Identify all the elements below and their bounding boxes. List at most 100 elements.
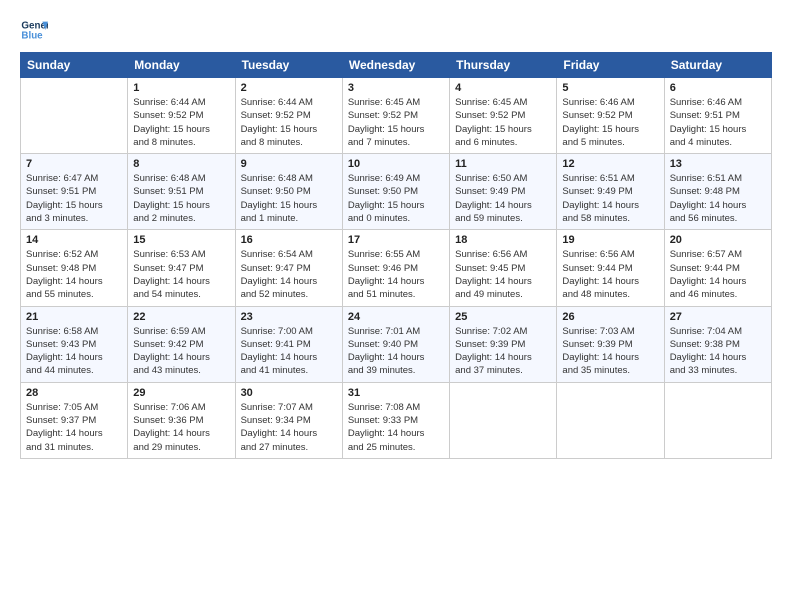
calendar-cell: 9 Sunrise: 6:48 AMSunset: 9:50 PMDaylight… [235,154,342,230]
day-number: 9 [241,158,337,170]
day-info: Sunrise: 7:04 AMSunset: 9:38 PMDaylight:… [670,325,766,378]
day-info: Sunrise: 6:46 AMSunset: 9:51 PMDaylight:… [670,96,766,149]
calendar-cell: 29 Sunrise: 7:06 AMSunset: 9:36 PMDayligh… [128,382,235,458]
calendar-cell: 3 Sunrise: 6:45 AMSunset: 9:52 PMDaylight… [342,78,449,154]
day-info: Sunrise: 6:54 AMSunset: 9:47 PMDaylight:… [241,248,337,301]
calendar-cell: 2 Sunrise: 6:44 AMSunset: 9:52 PMDaylight… [235,78,342,154]
day-of-week-saturday: Saturday [664,53,771,78]
day-of-week-friday: Friday [557,53,664,78]
day-of-week-wednesday: Wednesday [342,53,449,78]
svg-text:Blue: Blue [21,30,43,41]
day-info: Sunrise: 6:49 AMSunset: 9:50 PMDaylight:… [348,172,444,225]
day-number: 3 [348,82,444,94]
day-number: 28 [26,387,122,399]
day-of-week-tuesday: Tuesday [235,53,342,78]
day-info: Sunrise: 6:46 AMSunset: 9:52 PMDaylight:… [562,96,658,149]
calendar-cell: 16 Sunrise: 6:54 AMSunset: 9:47 PMDayligh… [235,230,342,306]
calendar-cell [450,382,557,458]
day-info: Sunrise: 6:45 AMSunset: 9:52 PMDaylight:… [455,96,551,149]
day-number: 13 [670,158,766,170]
day-info: Sunrise: 6:48 AMSunset: 9:51 PMDaylight:… [133,172,229,225]
day-number: 14 [26,234,122,246]
day-number: 19 [562,234,658,246]
calendar-cell: 13 Sunrise: 6:51 AMSunset: 9:48 PMDayligh… [664,154,771,230]
calendar-cell: 18Sunrise: 6:56 AMSunset: 9:45 PMDayligh… [450,230,557,306]
day-number: 26 [562,311,658,323]
calendar-cell: 1 Sunrise: 6:44 AMSunset: 9:52 PMDaylight… [128,78,235,154]
calendar-week-3: 14Sunrise: 6:52 AMSunset: 9:48 PMDayligh… [21,230,772,306]
calendar-cell: 30 Sunrise: 7:07 AMSunset: 9:34 PMDayligh… [235,382,342,458]
calendar-cell: 24 Sunrise: 7:01 AMSunset: 9:40 PMDayligh… [342,306,449,382]
calendar-cell: 14Sunrise: 6:52 AMSunset: 9:48 PMDayligh… [21,230,128,306]
day-number: 20 [670,234,766,246]
calendar-week-1: 1 Sunrise: 6:44 AMSunset: 9:52 PMDaylight… [21,78,772,154]
calendar-week-2: 7 Sunrise: 6:47 AMSunset: 9:51 PMDaylight… [21,154,772,230]
logo-icon: General Blue [20,16,48,44]
day-info: Sunrise: 6:50 AMSunset: 9:49 PMDaylight:… [455,172,551,225]
day-number: 11 [455,158,551,170]
calendar-cell: 15Sunrise: 6:53 AMSunset: 9:47 PMDayligh… [128,230,235,306]
day-number: 16 [241,234,337,246]
calendar-cell: 21 Sunrise: 6:58 AMSunset: 9:43 PMDayligh… [21,306,128,382]
day-info: Sunrise: 7:08 AMSunset: 9:33 PMDaylight:… [348,401,444,454]
calendar-cell: 19Sunrise: 6:56 AMSunset: 9:44 PMDayligh… [557,230,664,306]
calendar-cell: 20 Sunrise: 6:57 AMSunset: 9:44 PMDayligh… [664,230,771,306]
calendar-week-4: 21 Sunrise: 6:58 AMSunset: 9:43 PMDayligh… [21,306,772,382]
day-of-week-sunday: Sunday [21,53,128,78]
calendar-cell: 26Sunrise: 7:03 AMSunset: 9:39 PMDayligh… [557,306,664,382]
calendar-cell: 11 Sunrise: 6:50 AMSunset: 9:49 PMDayligh… [450,154,557,230]
day-number: 1 [133,82,229,94]
day-number: 5 [562,82,658,94]
calendar-cell: 8 Sunrise: 6:48 AMSunset: 9:51 PMDaylight… [128,154,235,230]
calendar-cell: 5 Sunrise: 6:46 AMSunset: 9:52 PMDaylight… [557,78,664,154]
calendar-cell: 28 Sunrise: 7:05 AMSunset: 9:37 PMDayligh… [21,382,128,458]
day-info: Sunrise: 6:59 AMSunset: 9:42 PMDaylight:… [133,325,229,378]
day-number: 2 [241,82,337,94]
day-number: 29 [133,387,229,399]
day-info: Sunrise: 7:07 AMSunset: 9:34 PMDaylight:… [241,401,337,454]
calendar-cell: 7 Sunrise: 6:47 AMSunset: 9:51 PMDaylight… [21,154,128,230]
calendar-cell: 10 Sunrise: 6:49 AMSunset: 9:50 PMDayligh… [342,154,449,230]
calendar-cell: 17Sunrise: 6:55 AMSunset: 9:46 PMDayligh… [342,230,449,306]
day-info: Sunrise: 7:01 AMSunset: 9:40 PMDaylight:… [348,325,444,378]
day-number: 18 [455,234,551,246]
day-number: 10 [348,158,444,170]
calendar-cell: 25 Sunrise: 7:02 AMSunset: 9:39 PMDayligh… [450,306,557,382]
logo: General Blue [20,16,48,44]
day-number: 6 [670,82,766,94]
day-info: Sunrise: 7:02 AMSunset: 9:39 PMDaylight:… [455,325,551,378]
calendar-cell [664,382,771,458]
calendar-week-5: 28 Sunrise: 7:05 AMSunset: 9:37 PMDayligh… [21,382,772,458]
day-of-week-thursday: Thursday [450,53,557,78]
day-number: 12 [562,158,658,170]
day-info: Sunrise: 7:06 AMSunset: 9:36 PMDaylight:… [133,401,229,454]
day-info: Sunrise: 6:58 AMSunset: 9:43 PMDaylight:… [26,325,122,378]
calendar-cell [557,382,664,458]
day-number: 23 [241,311,337,323]
day-number: 15 [133,234,229,246]
calendar-cell: 22Sunrise: 6:59 AMSunset: 9:42 PMDayligh… [128,306,235,382]
day-info: Sunrise: 6:51 AMSunset: 9:48 PMDaylight:… [670,172,766,225]
day-number: 24 [348,311,444,323]
day-info: Sunrise: 6:48 AMSunset: 9:50 PMDaylight:… [241,172,337,225]
day-info: Sunrise: 6:44 AMSunset: 9:52 PMDaylight:… [133,96,229,149]
day-of-week-monday: Monday [128,53,235,78]
day-number: 30 [241,387,337,399]
day-info: Sunrise: 6:51 AMSunset: 9:49 PMDaylight:… [562,172,658,225]
day-number: 25 [455,311,551,323]
day-info: Sunrise: 7:05 AMSunset: 9:37 PMDaylight:… [26,401,122,454]
day-of-week-header: SundayMondayTuesdayWednesdayThursdayFrid… [21,53,772,78]
calendar-table: SundayMondayTuesdayWednesdayThursdayFrid… [20,52,772,459]
day-info: Sunrise: 7:00 AMSunset: 9:41 PMDaylight:… [241,325,337,378]
day-number: 8 [133,158,229,170]
day-info: Sunrise: 6:45 AMSunset: 9:52 PMDaylight:… [348,96,444,149]
calendar-cell [21,78,128,154]
day-number: 4 [455,82,551,94]
day-number: 7 [26,158,122,170]
day-number: 21 [26,311,122,323]
day-number: 27 [670,311,766,323]
day-info: Sunrise: 6:47 AMSunset: 9:51 PMDaylight:… [26,172,122,225]
day-info: Sunrise: 6:44 AMSunset: 9:52 PMDaylight:… [241,96,337,149]
day-number: 17 [348,234,444,246]
day-info: Sunrise: 6:57 AMSunset: 9:44 PMDaylight:… [670,248,766,301]
